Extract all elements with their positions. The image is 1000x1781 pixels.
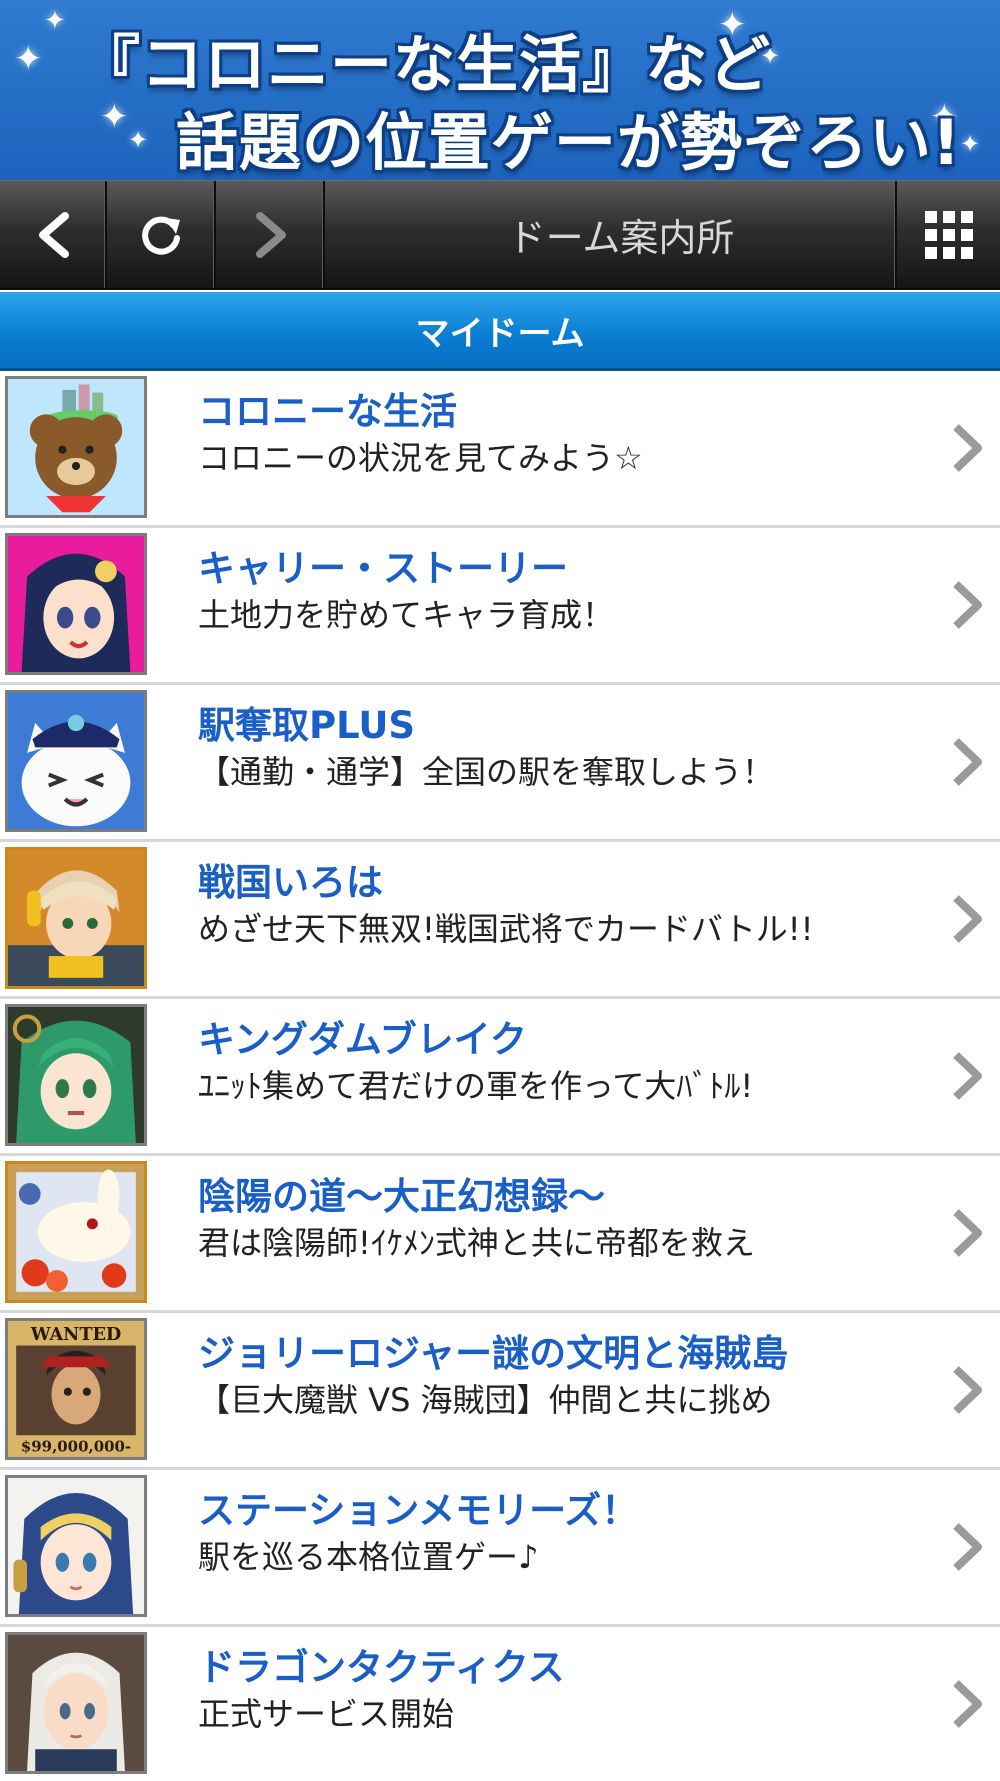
list-item[interactable]: ドラゴンタクティクス 正式サービス開始	[0, 1627, 1000, 1781]
item-title: ドラゴンタクティクス	[198, 1646, 565, 1689]
chevron-right-icon	[953, 1209, 982, 1257]
section-header: マイドーム	[0, 292, 1000, 371]
sparkle-icon: ✦	[960, 130, 981, 158]
poster-bottom-text: $99,000,000-	[21, 1438, 131, 1456]
green-hair-girl-icon	[5, 1004, 147, 1146]
item-description: めざせ天下無双!戦国武将でカードバトル!!	[198, 910, 814, 948]
chevron-right-icon	[953, 1680, 982, 1728]
banner-headline-line1: 『コロニーな生活』など	[78, 28, 772, 101]
chevron-right-icon	[953, 424, 982, 472]
wanted-pirate-icon: WANTED $99,000,000-	[5, 1318, 147, 1460]
item-title: 戦国いろは	[198, 861, 383, 904]
sparkle-icon: ✦	[100, 97, 129, 137]
forward-button[interactable]	[216, 181, 325, 288]
knight-woman-icon	[5, 1632, 147, 1774]
banner-headline-line2: 話題の位置ゲーが勢ぞろい!	[176, 106, 962, 179]
item-description: 君は陰陽師!ｲｹﾒﾝ式神と共に帝都を救え	[198, 1224, 755, 1262]
item-title: キングダムブレイク	[198, 1018, 527, 1061]
forward-arrow-icon	[255, 211, 286, 258]
browser-toolbar: ドーム案内所	[0, 180, 1000, 290]
list-item[interactable]: ステーションメモリーズ！ 駅を巡る本格位置ゲー♪	[0, 1470, 1000, 1627]
sparkle-icon: ✦	[44, 6, 66, 36]
item-description: コロニーの状況を見てみよう☆	[198, 439, 643, 477]
reload-button[interactable]	[107, 181, 216, 288]
bear-colony-icon	[5, 376, 147, 518]
item-description: 正式サービス開始	[198, 1695, 455, 1733]
item-title: ステーションメモリーズ！	[198, 1489, 639, 1532]
chevron-right-icon	[953, 1523, 982, 1571]
back-button[interactable]	[0, 181, 107, 288]
list-item[interactable]: WANTED $99,000,000- ジョリーロジャー謎の文明と海賊島 【巨大…	[0, 1313, 1000, 1470]
list-item[interactable]: キングダムブレイク ﾕﾆｯﾄ集めて君だけの軍を作って大ﾊﾞﾄﾙ!	[0, 999, 1000, 1156]
sparkle-icon: ✦	[14, 39, 43, 79]
game-list: コロニーな生活 コロニーの状況を見てみよう☆ キャリー・ストーリー 土地力を貯め…	[0, 371, 1000, 1781]
item-description: 駅を巡る本格位置ゲー♪	[198, 1538, 539, 1576]
chevron-right-icon	[953, 1052, 982, 1100]
item-title: ジョリーロジャー謎の文明と海賊島	[198, 1332, 789, 1375]
chevron-right-icon	[953, 895, 982, 943]
item-description: 土地力を貯めてキャラ育成！	[198, 596, 615, 634]
chevron-right-icon	[953, 581, 982, 629]
white-rabbit-icon	[5, 1161, 147, 1303]
anime-girl-icon	[5, 533, 147, 675]
list-item[interactable]: キャリー・ストーリー 土地力を貯めてキャラ育成！	[0, 528, 1000, 685]
poster-top-text: WANTED	[30, 1324, 122, 1345]
item-title: コロニーな生活	[198, 390, 457, 433]
menu-button[interactable]	[897, 181, 1000, 288]
list-item[interactable]: 陰陽の道〜大正幻想録〜 君は陰陽師!ｲｹﾒﾝ式神と共に帝都を救え	[0, 1156, 1000, 1313]
item-title: キャリー・ストーリー	[198, 547, 568, 590]
item-title: 駅奪取PLUS	[198, 704, 416, 747]
grid-menu-icon	[924, 210, 973, 259]
item-title: 陰陽の道〜大正幻想録〜	[198, 1175, 605, 1218]
warrior-boy-icon	[5, 847, 147, 989]
sparkle-icon: ✦	[128, 126, 149, 154]
item-description: ﾕﾆｯﾄ集めて君だけの軍を作って大ﾊﾞﾄﾙ!	[198, 1067, 754, 1105]
page-title: ドーム案内所	[325, 181, 897, 288]
item-description: 【通勤・通学】全国の駅を奪取しよう！	[198, 753, 775, 791]
cat-conductor-icon	[5, 690, 147, 832]
list-item[interactable]: コロニーな生活 コロニーの状況を見てみよう☆	[0, 371, 1000, 528]
chevron-right-icon	[953, 1366, 982, 1414]
chevron-right-icon	[953, 738, 982, 786]
list-item[interactable]: 戦国いろは めざせ天下無双!戦国武将でカードバトル!!	[0, 842, 1000, 999]
promo-banner[interactable]: ✦ ✦ ✦ ✦ ✦ ✦ ✦ ✦ 『コロニーな生活』など 話題の位置ゲーが勢ぞろい…	[0, 0, 1000, 180]
back-arrow-icon	[38, 211, 69, 258]
item-description: 【巨大魔獣 VS 海賊団】仲間と共に挑め	[198, 1381, 773, 1419]
list-item[interactable]: 駅奪取PLUS 【通勤・通学】全国の駅を奪取しよう！	[0, 685, 1000, 842]
reload-icon	[141, 216, 180, 255]
blue-hood-girl-icon	[5, 1475, 147, 1617]
